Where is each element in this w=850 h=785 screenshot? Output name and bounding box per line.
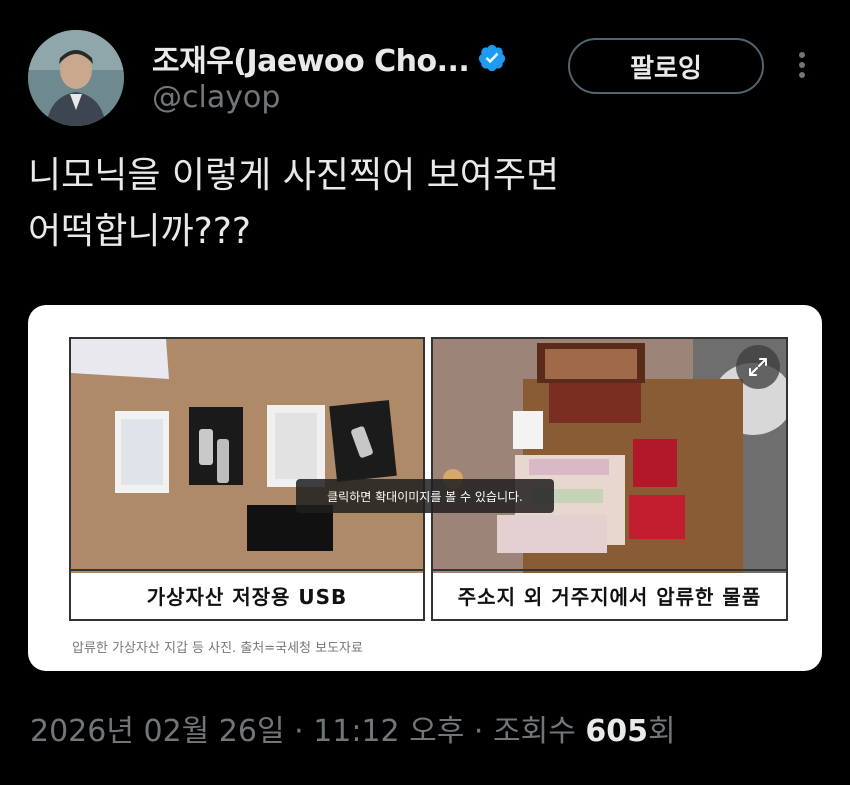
views-count: 605 [585, 714, 648, 749]
views-suffix: 회 [647, 714, 676, 749]
display-name[interactable]: 조재우(Jaewoo Cho... [152, 36, 470, 80]
tweet-meta: 2026년 02월 26일 · 11:12 오후 · 조회수 605회 [30, 706, 676, 750]
enlarge-tooltip: 클릭하면 확대이미지를 볼 수 있습니다. [296, 479, 554, 513]
separator: · [464, 714, 493, 749]
avatar[interactable] [28, 30, 124, 126]
seized-items-photo [433, 339, 786, 573]
verified-badge-icon [479, 44, 506, 72]
seized-items-caption: 주소지 외 거주지에서 압류한 물품 [433, 569, 786, 619]
usb-photo [71, 339, 423, 573]
more-options-icon[interactable] [790, 48, 814, 88]
tweet-text: 니모닉을 이렇게 사진찍어 보여주면 어떡합니까??? [28, 155, 560, 252]
views-label: 조회수 [493, 714, 586, 749]
user-handle[interactable]: @clayop [152, 80, 280, 115]
following-button[interactable]: 팔로잉 [568, 38, 764, 94]
usb-caption: 가상자산 저장용 USB [71, 569, 423, 619]
tweet-media[interactable]: 가상자산 저장용 USB 주소지 외 거주지에서 압류한 물품 클릭하면 확대이… [28, 305, 822, 671]
separator: · [284, 714, 314, 749]
post-date[interactable]: 2026년 02월 26일 [30, 714, 285, 749]
post-time[interactable]: 11:12 오후 [313, 714, 464, 749]
tweet-header: 조재우(Jaewoo Cho... @clayop 팔로잉 [0, 0, 850, 130]
name-row: 조재우(Jaewoo Cho... [152, 36, 507, 80]
image-source-caption: 압류한 가상자산 지갑 등 사진. 출처=국세청 보도자료 [72, 641, 363, 656]
expand-icon[interactable] [736, 345, 780, 389]
